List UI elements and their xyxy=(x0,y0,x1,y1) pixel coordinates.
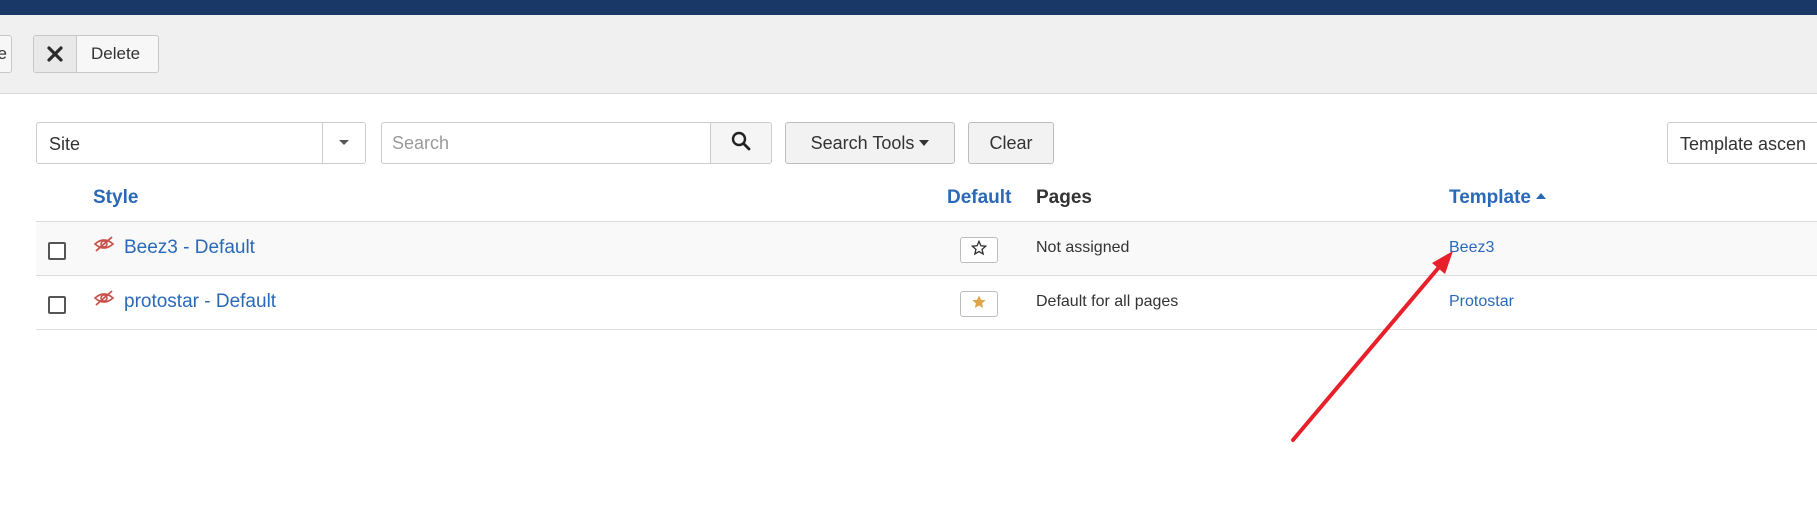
delete-button-label: Delete xyxy=(91,44,141,63)
pages-value: Default for all pages xyxy=(1036,293,1179,310)
eye-slash-icon xyxy=(93,235,115,258)
template-link[interactable]: Beez3 xyxy=(1449,239,1494,257)
table-row: Beez3 - Default Not assigned Beez3 xyxy=(36,222,1817,276)
column-header-template-label: Template xyxy=(1449,187,1532,208)
column-header-default[interactable]: Default xyxy=(947,187,1011,209)
column-header-pages: Pages xyxy=(1036,187,1092,208)
star-filled-icon xyxy=(971,294,987,315)
row-checkbox[interactable] xyxy=(48,296,66,314)
default-star-button[interactable] xyxy=(960,291,998,317)
partial-button-label: e xyxy=(0,44,7,63)
chevron-down-icon[interactable] xyxy=(322,123,365,163)
clear-button-label: Clear xyxy=(989,132,1033,153)
clear-button[interactable]: Clear xyxy=(968,122,1054,164)
eye-slash-icon xyxy=(93,289,115,312)
client-select-value: Site xyxy=(49,134,81,154)
template-link[interactable]: Protostar xyxy=(1449,293,1514,311)
column-header-style[interactable]: Style xyxy=(93,187,138,209)
search-button[interactable] xyxy=(710,122,772,164)
top-navbar xyxy=(0,0,1817,15)
delete-button[interactable]: Delete xyxy=(33,35,159,73)
column-header-template[interactable]: Template xyxy=(1449,187,1547,209)
search-icon xyxy=(731,131,751,156)
style-link[interactable]: protostar - Default xyxy=(124,291,276,313)
caret-down-icon xyxy=(919,140,930,146)
sort-ascending-icon xyxy=(1536,192,1547,199)
toolbar: e Delete xyxy=(0,15,1817,94)
pages-value: Not assigned xyxy=(1036,239,1130,256)
row-checkbox[interactable] xyxy=(48,242,66,260)
styles-table: Style Default Pages Template Beez3 - Def… xyxy=(36,175,1817,330)
search-tools-button[interactable]: Search Tools xyxy=(785,122,955,164)
ordering-select-value: Template ascen xyxy=(1680,134,1807,154)
search-input[interactable] xyxy=(381,122,711,164)
filter-bar: Site Search Tools Clear Template ascen xyxy=(0,122,1817,164)
style-link[interactable]: Beez3 - Default xyxy=(124,237,255,259)
search-tools-label: Search Tools xyxy=(810,132,915,153)
close-icon xyxy=(34,36,77,72)
table-header: Style Default Pages Template xyxy=(36,175,1817,222)
star-outline-icon xyxy=(970,239,988,261)
table-row: protostar - Default Default for all page… xyxy=(36,276,1817,330)
partial-toolbar-button[interactable]: e xyxy=(0,35,12,73)
ordering-select[interactable]: Template ascen xyxy=(1667,122,1817,164)
set-default-button[interactable] xyxy=(960,237,998,263)
client-select[interactable]: Site xyxy=(36,122,366,164)
